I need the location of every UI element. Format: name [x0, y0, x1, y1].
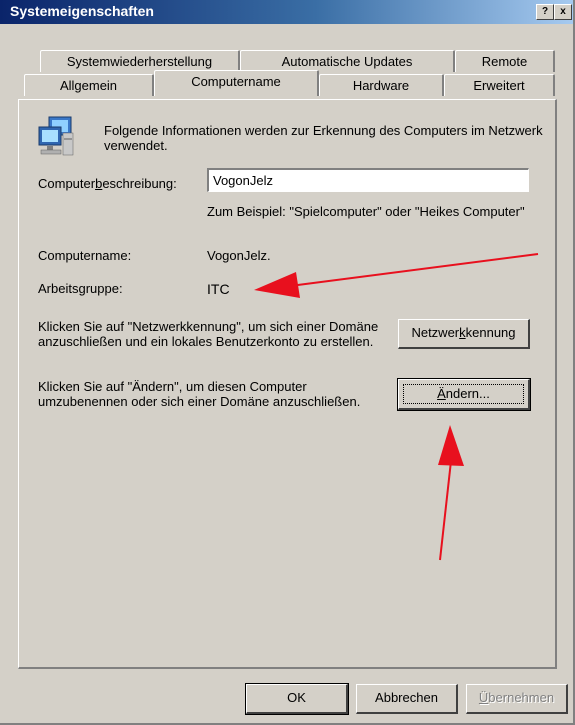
workgroup-value: ITC — [207, 281, 230, 297]
arrow-head-change-icon — [438, 425, 464, 466]
ok-button[interactable]: OK — [245, 683, 349, 715]
apply-button[interactable]: Übernehmen — [466, 684, 568, 714]
network-computer-icon — [38, 116, 74, 156]
cancel-button[interactable]: Abbrechen — [356, 684, 458, 714]
system-properties-window: Systemeigenschaften ? x Systemwiederhers… — [0, 0, 575, 725]
info-text: Folgende Informationen werden zur Erkenn… — [104, 123, 543, 153]
description-label: Computerbeschreibung: — [38, 176, 177, 191]
computer-description-input[interactable]: VogonJelz — [207, 168, 529, 192]
arrow-line-workgroup — [289, 253, 539, 287]
arrow-head-workgroup-icon — [254, 272, 300, 298]
arrow-line-change — [439, 451, 453, 561]
workgroup-label: Arbeitsgruppe: — [38, 281, 123, 296]
annotation-arrows — [254, 253, 539, 561]
description-example: Zum Beispiel: "Spielcomputer" oder "Heik… — [207, 204, 525, 219]
computer-name-label: Computername: — [38, 248, 132, 263]
panel-content: Folgende Informationen werden zur Erkenn… — [0, 0, 575, 725]
